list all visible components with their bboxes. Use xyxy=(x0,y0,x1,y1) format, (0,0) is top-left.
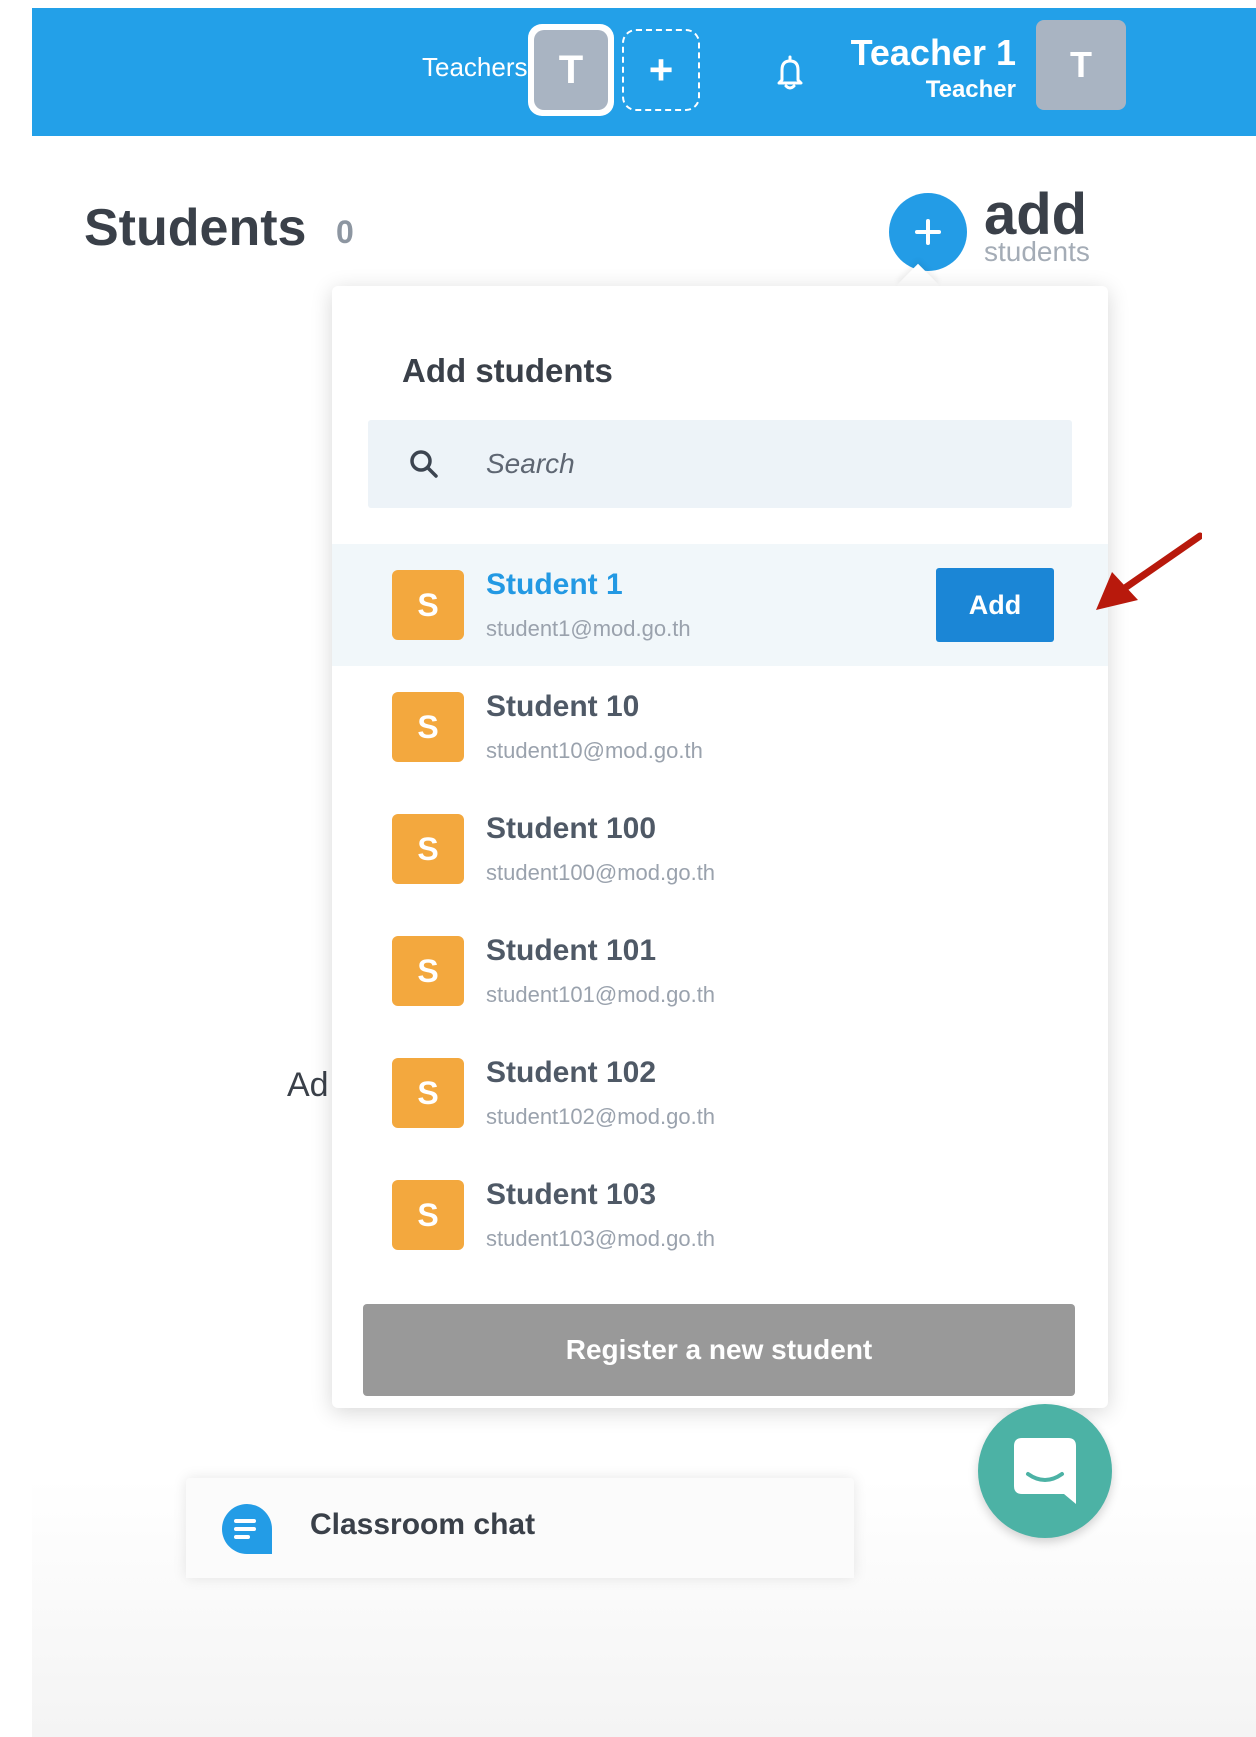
student-avatar: S xyxy=(392,570,464,640)
app-window: Teachers T + Teacher 1 Teacher T Student… xyxy=(32,8,1256,1737)
add-teacher-button[interactable]: + xyxy=(622,29,700,111)
empty-state-text: Ad xyxy=(287,1066,329,1104)
student-avatar: S xyxy=(392,936,464,1006)
plus-icon xyxy=(915,219,941,245)
student-avatar: S xyxy=(392,814,464,884)
teacher-avatar-button[interactable]: T xyxy=(528,24,614,116)
student-name: Student 102 xyxy=(486,1056,657,1089)
classroom-chat-bar[interactable]: Classroom chat xyxy=(186,1478,854,1578)
teacher-avatar-letter: T xyxy=(534,30,608,110)
student-count: 0 xyxy=(336,214,354,250)
student-list: S Student 1 student1@mod.go.th Add S Stu… xyxy=(332,544,1108,1276)
student-row-1[interactable]: S Student 1 student1@mod.go.th Add xyxy=(332,544,1108,666)
top-bar: Teachers T + Teacher 1 Teacher T xyxy=(32,8,1256,136)
student-avatar: S xyxy=(392,1058,464,1128)
add-students-popover: Add students S Student 1 student1@mod.go… xyxy=(332,286,1108,1408)
student-name: Student 10 xyxy=(486,690,640,723)
search-icon xyxy=(410,450,438,478)
search-input[interactable] xyxy=(486,420,1046,508)
student-avatar: S xyxy=(392,692,464,762)
student-email: student101@mod.go.th xyxy=(486,982,716,1007)
add-student-button[interactable]: Add xyxy=(936,568,1054,642)
student-name: Student 103 xyxy=(486,1178,657,1211)
messenger-launcher-icon xyxy=(1014,1438,1076,1504)
student-email: student103@mod.go.th xyxy=(486,1226,716,1251)
red-arrow-icon xyxy=(1096,532,1202,610)
student-name: Student 100 xyxy=(486,812,657,845)
student-name: Student 101 xyxy=(486,934,657,967)
student-row-100[interactable]: S Student 100 student100@mod.go.th xyxy=(332,788,1108,910)
user-name: Teacher 1 xyxy=(850,32,1016,73)
user-info[interactable]: Teacher 1 Teacher xyxy=(851,32,1016,104)
teachers-label: Teachers xyxy=(422,52,528,82)
student-row-102[interactable]: S Student 102 student102@mod.go.th xyxy=(332,1032,1108,1154)
user-role: Teacher xyxy=(925,76,1016,103)
student-email: student10@mod.go.th xyxy=(486,738,703,763)
plus-icon: + xyxy=(648,46,674,93)
popover-title: Add students xyxy=(402,352,613,389)
student-row-10[interactable]: S Student 10 student10@mod.go.th xyxy=(332,666,1108,788)
register-new-student-button[interactable]: Register a new student xyxy=(363,1304,1075,1396)
messenger-launcher-button[interactable] xyxy=(978,1404,1112,1538)
classroom-chat-label: Classroom chat xyxy=(310,1508,536,1541)
search-box[interactable] xyxy=(368,420,1072,508)
student-name: Student 1 xyxy=(486,568,623,601)
page-title: Students xyxy=(84,199,307,257)
student-row-101[interactable]: S Student 101 student101@mod.go.th xyxy=(332,910,1108,1032)
bell-icon[interactable] xyxy=(770,52,810,92)
add-sublabel[interactable]: students xyxy=(984,238,1090,266)
user-avatar[interactable]: T xyxy=(1036,20,1126,110)
student-email: student102@mod.go.th xyxy=(486,1104,716,1129)
student-avatar: S xyxy=(392,1180,464,1250)
student-email: student1@mod.go.th xyxy=(486,616,691,641)
student-row-103[interactable]: S Student 103 student103@mod.go.th xyxy=(332,1154,1108,1276)
student-email: student100@mod.go.th xyxy=(486,860,716,885)
add-students-button[interactable] xyxy=(889,193,967,271)
chat-bubble-icon xyxy=(221,1504,272,1554)
